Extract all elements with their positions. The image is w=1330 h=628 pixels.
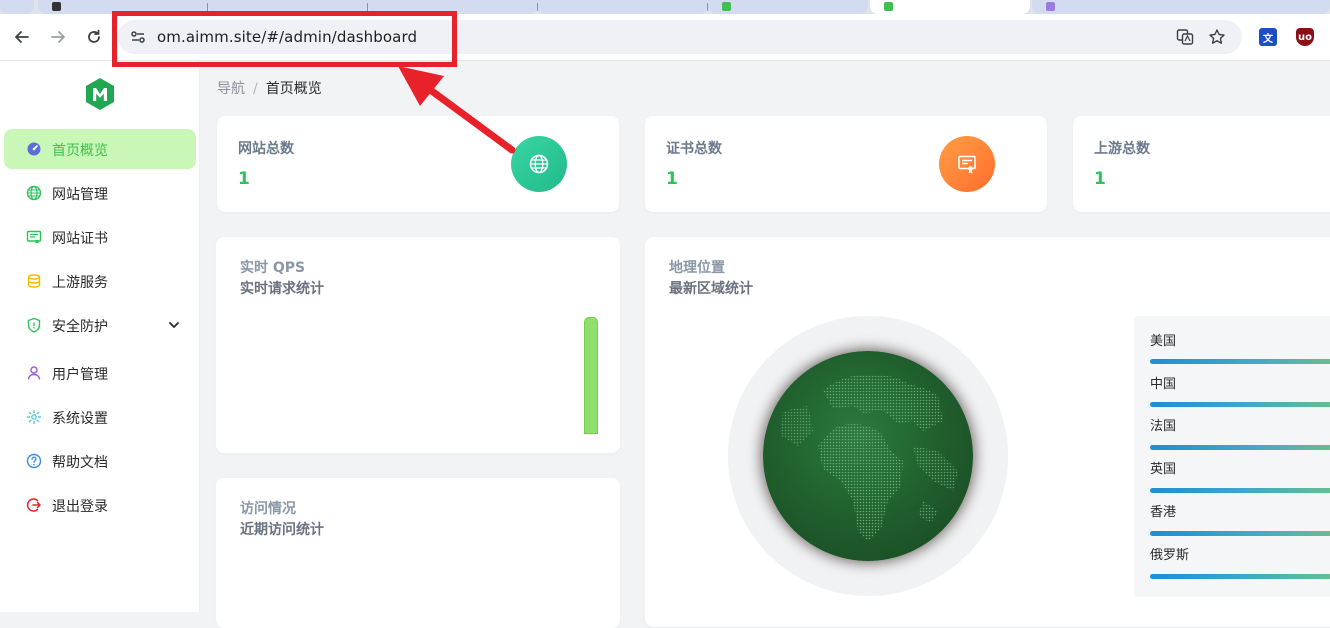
sidebar-item-settings[interactable]: 系统设置 [4,397,196,437]
region-bar [1150,445,1330,450]
tab-favicon-icon [884,2,893,11]
globe-container [728,316,1008,596]
tab-favicon-icon [52,2,61,11]
sidebar-item-label: 安全防护 [52,319,108,335]
translate-icon[interactable] [1176,28,1194,46]
browser-tab-active[interactable] [870,0,1030,14]
sidebar-item-users[interactable]: 用户管理 [4,353,196,393]
panel-title: 实时 QPS [240,260,306,276]
sidebar-item-label: 首页概览 [52,143,108,159]
breadcrumb-separator: / [253,81,258,97]
region-name: 法国 [1150,419,1177,434]
sidebar: 首页概览 网站管理 网站证书 上游服务 安全防护 用户管理 系统设置 帮助文档 … [0,61,200,612]
region-list: 美国 中国 法国 英国 香港 俄罗斯 [1134,316,1330,597]
panel-subtitle: 近期访问统计 [240,522,324,538]
tab-favicon-icon [722,2,731,11]
stat-value: 1 [1094,169,1106,189]
back-button[interactable] [11,26,33,48]
region-bar [1150,488,1330,493]
dashboard-icon [27,142,41,156]
panel-subtitle: 最新区域统计 [669,281,753,297]
sidebar-item-upstream[interactable]: 上游服务 [4,261,196,301]
panel-title: 访问情况 [240,501,296,517]
globe-map[interactable] [763,351,973,561]
sidebar-item-help[interactable]: 帮助文档 [4,441,196,481]
globe-icon [26,185,42,201]
sidebar-item-sites[interactable]: 网站管理 [4,173,196,213]
help-icon [26,453,42,469]
stat-card-upstream: 上游总数 1 [1073,116,1330,212]
sidebar-item-label: 网站证书 [52,231,108,247]
region-name: 美国 [1150,334,1177,349]
stat-title: 证书总数 [666,141,722,157]
stat-title: 上游总数 [1094,141,1150,157]
region-bar [1150,359,1330,364]
region-name: 俄罗斯 [1150,548,1190,563]
visits-panel: 访问情况 近期访问统计 [216,478,620,628]
stat-card-sites: 网站总数 1 [217,116,619,212]
world-map-icon [781,374,958,541]
stat-card-certificates: 证书总数 1 [645,116,1047,212]
geo-panel: 地理位置 最新区域统计 美国 中国 法国 英国 香港 俄罗斯 [645,237,1330,627]
breadcrumb-current: 首页概览 [265,81,322,97]
region-bar [1150,574,1330,579]
bookmark-star-icon[interactable] [1208,28,1226,46]
certificate-icon [26,230,42,244]
region-name: 英国 [1150,462,1177,477]
reload-button[interactable] [83,26,105,48]
sidebar-item-label: 系统设置 [52,411,108,427]
user-icon [27,366,41,380]
forward-button[interactable] [47,26,69,48]
reload-icon [88,29,100,43]
region-bar [1150,402,1330,407]
sidebar-item-dashboard[interactable]: 首页概览 [4,129,196,169]
sidebar-item-label: 网站管理 [52,187,108,203]
translate-extension-icon[interactable]: 文 [1259,28,1277,46]
region-name: 中国 [1150,377,1177,392]
qps-panel: 实时 QPS 实时请求统计 [216,237,620,453]
logo-icon [86,78,114,110]
qps-bar [584,317,598,434]
sidebar-item-label: 退出登录 [52,499,108,515]
ublock-extension-icon[interactable]: uo [1296,28,1314,46]
stat-value: 1 [666,169,678,189]
annotation-highlight-box [112,11,457,67]
region-bar [1150,531,1330,536]
tab-favicon-icon [1046,2,1055,11]
browser-tab[interactable] [538,0,708,14]
stat-icon-badge [511,136,567,192]
gear-icon [26,409,42,425]
arrow-right-icon [51,31,65,43]
region-name: 香港 [1150,505,1177,520]
chevron-down-icon[interactable] [168,319,180,331]
panel-subtitle: 实时请求统计 [240,281,324,297]
sidebar-item-certificates[interactable]: 网站证书 [4,217,196,257]
sidebar-item-logout[interactable]: 退出登录 [4,485,196,525]
database-icon [27,274,41,288]
sidebar-item-label: 上游服务 [52,275,108,291]
stat-value: 1 [238,169,250,189]
shield-icon [27,317,41,333]
stat-title: 网站总数 [238,141,294,157]
breadcrumb-root[interactable]: 导航 [217,81,245,97]
browser-tab[interactable] [1032,0,1330,14]
logout-icon [26,498,41,512]
browser-tab[interactable] [0,0,34,14]
stat-icon-badge [939,136,995,192]
sidebar-item-label: 帮助文档 [52,455,108,471]
globe-icon [529,154,549,174]
sidebar-item-security[interactable]: 安全防护 [4,305,196,345]
certificate-icon [958,155,976,174]
browser-tab[interactable] [708,0,868,14]
sidebar-item-label: 用户管理 [52,367,108,383]
arrow-left-icon [15,31,29,43]
panel-title: 地理位置 [669,260,725,276]
breadcrumb: 导航 / 首页概览 [217,78,322,98]
